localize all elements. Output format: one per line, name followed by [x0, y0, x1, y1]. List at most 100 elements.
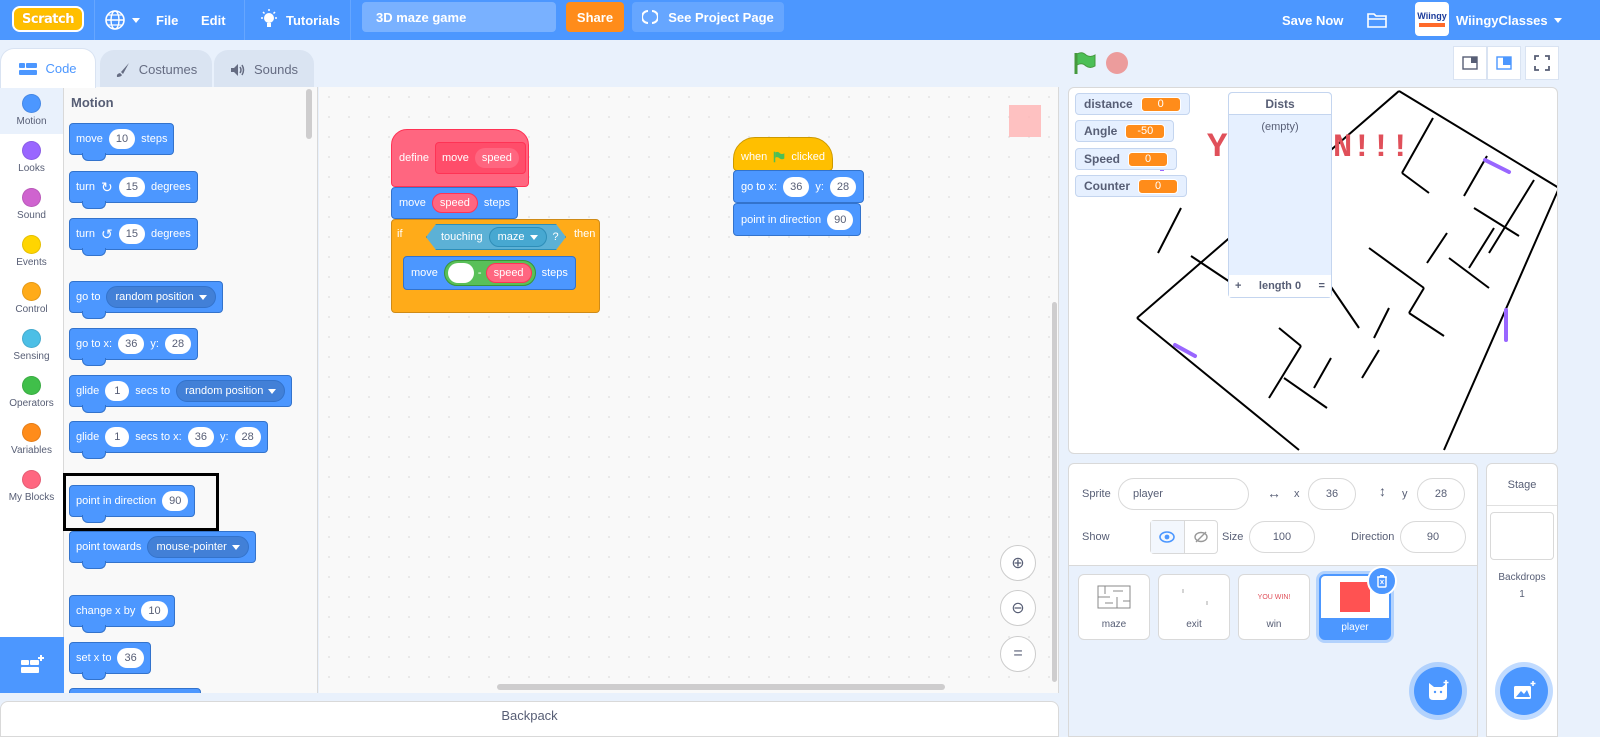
category-control[interactable]: Control: [0, 275, 63, 322]
vertical-scrollbar[interactable]: [1052, 302, 1057, 682]
touching-block[interactable]: touching maze ?: [426, 224, 566, 250]
see-project-page-button[interactable]: See Project Page: [632, 2, 784, 32]
y-input[interactable]: 28: [234, 427, 261, 447]
secs-input[interactable]: 1: [105, 427, 130, 447]
subtract-operator[interactable]: - speed: [443, 260, 536, 286]
category-my-blocks[interactable]: My Blocks: [0, 463, 63, 510]
inner-move-block[interactable]: move - speed steps: [403, 256, 576, 290]
category-sound[interactable]: Sound: [0, 181, 63, 228]
when-flag-clicked-block[interactable]: when clicked: [733, 137, 833, 171]
horizontal-scrollbar[interactable]: [497, 684, 945, 690]
x-input[interactable]: 36: [187, 427, 214, 447]
show-button[interactable]: [1151, 521, 1185, 553]
block-glide-to[interactable]: glide 1 secs to random position: [69, 375, 293, 413]
tab-code[interactable]: Code: [0, 48, 96, 88]
backpack[interactable]: Backpack: [0, 701, 1059, 737]
steps-input[interactable]: 10: [108, 129, 136, 149]
my-stuff-button[interactable]: [1366, 0, 1388, 40]
monitor-counter[interactable]: Counter 0: [1075, 175, 1187, 197]
size-input[interactable]: [1249, 521, 1315, 553]
operand-input[interactable]: [447, 263, 474, 283]
y-input[interactable]: 28: [164, 334, 192, 354]
list-add-button[interactable]: +: [1235, 280, 1241, 292]
project-title-input[interactable]: [362, 2, 556, 32]
degrees-input[interactable]: 15: [118, 177, 145, 197]
block-turn-right[interactable]: turn ↻ 15 degrees: [69, 171, 198, 209]
y-position-input[interactable]: [1417, 478, 1465, 510]
stage-canvas[interactable]: Y N!!! distance 0 Angle -50 Speed 0 Counter…: [1068, 87, 1558, 454]
category-variables[interactable]: Variables: [0, 416, 63, 463]
block-point-towards[interactable]: point towards mouse-pointer: [69, 531, 256, 569]
x-input[interactable]: 36: [118, 334, 145, 354]
x-input[interactable]: 36: [783, 176, 810, 197]
secs-input[interactable]: 1: [105, 381, 130, 401]
green-flag-button[interactable]: [1072, 50, 1098, 76]
x-position-input[interactable]: [1308, 478, 1356, 510]
point-in-direction-block[interactable]: point in direction 90: [733, 203, 862, 236]
param-reporter[interactable]: speed: [431, 193, 478, 213]
delete-sprite-button[interactable]: [1367, 566, 1397, 596]
sprite-tile-exit[interactable]: exit: [1158, 574, 1230, 640]
block-partial[interactable]: [69, 688, 201, 693]
choose-backdrop-button[interactable]: [1500, 667, 1548, 715]
move-speed-block[interactable]: move speed steps: [391, 187, 519, 219]
category-sensing[interactable]: Sensing: [0, 322, 63, 369]
sprite-tile-maze[interactable]: maze: [1078, 574, 1150, 640]
block-change-x[interactable]: change x by 10: [69, 595, 175, 633]
sprite-name-input[interactable]: [1118, 478, 1249, 510]
glide-dropdown[interactable]: random position: [176, 380, 286, 402]
monitor-distance[interactable]: distance 0: [1075, 93, 1190, 115]
direction-input[interactable]: 90: [827, 209, 854, 230]
list-monitor-dists[interactable]: Dists (empty) + length 0 =: [1228, 92, 1332, 298]
zoom-in-button[interactable]: ⊕: [1000, 545, 1036, 581]
block-go-to[interactable]: go to random position: [69, 281, 223, 319]
block-set-x[interactable]: set x to 36: [69, 642, 151, 680]
block-go-to-xy[interactable]: go to x: 36 y: 28: [69, 328, 199, 366]
direction-input[interactable]: [1400, 521, 1466, 553]
set-x-input[interactable]: 36: [117, 648, 144, 668]
palette-scrollbar[interactable]: [306, 89, 312, 139]
if-block[interactable]: if touching maze ? then move - speed ste…: [391, 219, 600, 313]
edit-menu[interactable]: Edit: [201, 0, 226, 40]
touching-dropdown[interactable]: maze: [489, 227, 547, 247]
sprite-tile-win[interactable]: YOU WIN! win: [1238, 574, 1310, 640]
avatar[interactable]: Wiingy: [1415, 2, 1449, 36]
monitor-speed[interactable]: Speed 0: [1075, 148, 1178, 170]
define-block[interactable]: define move speed: [391, 129, 529, 187]
zoom-reset-button[interactable]: =: [1000, 636, 1036, 672]
choose-sprite-button[interactable]: [1414, 667, 1462, 715]
scratch-logo[interactable]: Scratch: [12, 6, 84, 32]
tutorials-button[interactable]: Tutorials: [258, 0, 340, 40]
category-events[interactable]: Events: [0, 228, 63, 275]
stop-button[interactable]: [1106, 52, 1128, 74]
block-glide-to-xy[interactable]: glide 1 secs to x: 36 y: 28: [69, 421, 268, 459]
degrees-input[interactable]: 15: [118, 224, 145, 244]
block-turn-left[interactable]: turn ↺ 15 degrees: [69, 218, 198, 256]
list-resize-handle[interactable]: =: [1319, 280, 1325, 292]
backdrop-thumbnail[interactable]: [1490, 512, 1554, 560]
tab-costumes[interactable]: Costumes: [100, 50, 212, 88]
small-stage-button[interactable]: [1453, 46, 1487, 80]
point-towards-dropdown[interactable]: mouse-pointer: [147, 536, 249, 558]
block-move-steps[interactable]: move 10 steps: [69, 123, 175, 161]
param-reporter[interactable]: speed: [485, 263, 532, 283]
zoom-out-button[interactable]: ⊖: [1000, 590, 1036, 626]
share-button[interactable]: Share: [566, 2, 624, 32]
change-x-input[interactable]: 10: [141, 601, 168, 621]
category-looks[interactable]: Looks: [0, 134, 63, 181]
param-reporter[interactable]: speed: [474, 148, 519, 168]
add-extension-button[interactable]: [0, 637, 64, 693]
file-menu[interactable]: File: [156, 0, 178, 40]
script-area[interactable]: define move speed move speed steps if to…: [319, 87, 1059, 693]
fullscreen-button[interactable]: [1525, 46, 1559, 80]
account-menu[interactable]: WiingyClasses: [1456, 0, 1562, 40]
normal-stage-button[interactable]: [1487, 46, 1521, 80]
monitor-angle[interactable]: Angle -50: [1075, 120, 1175, 142]
y-input[interactable]: 28: [829, 176, 857, 197]
category-operators[interactable]: Operators: [0, 369, 63, 416]
language-button[interactable]: [104, 0, 140, 40]
go-to-xy-block[interactable]: go to x: 36 y: 28: [733, 170, 865, 203]
go-to-dropdown[interactable]: random position: [106, 286, 216, 308]
category-motion[interactable]: Motion: [0, 87, 63, 134]
save-now-button[interactable]: Save Now: [1282, 0, 1343, 40]
